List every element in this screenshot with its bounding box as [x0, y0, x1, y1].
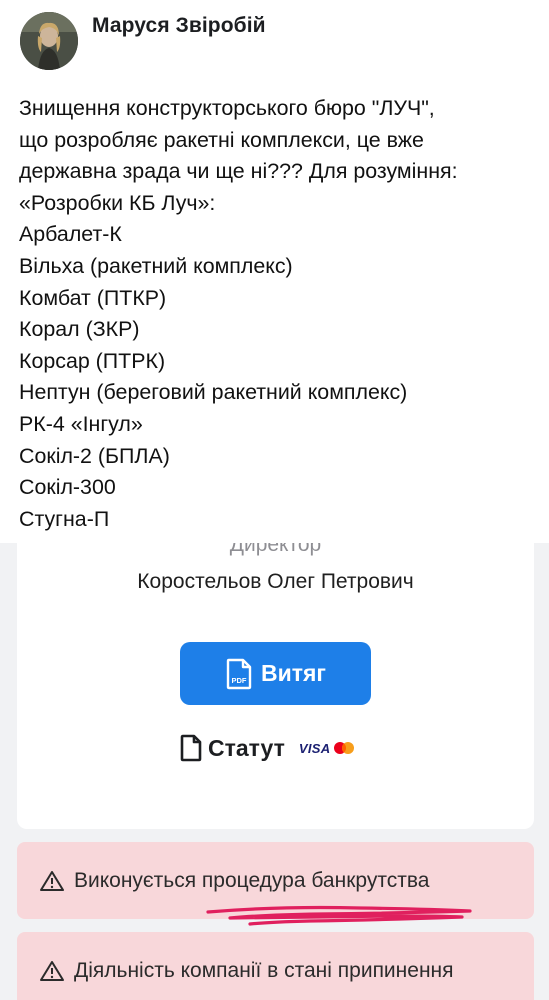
- statute-link[interactable]: Статут VISA: [180, 731, 356, 765]
- post-line: Сокіл-2 (БПЛА): [19, 443, 170, 468]
- visa-mastercard-icon: VISA: [299, 741, 357, 756]
- post-line: «Розробки КБ Луч»:: [19, 190, 216, 215]
- role-label: Директор: [229, 543, 322, 556]
- highlight-scribble: [206, 905, 472, 926]
- post-line: Нептун (береговий ракетний комплекс): [19, 380, 408, 405]
- director-name: Коростельов Олег Петрович: [137, 570, 414, 593]
- post-text: Знищення конструкторського бюро "ЛУЧ", щ…: [19, 93, 539, 535]
- company-card: Директор Коростельов Олег Петрович PDF В…: [17, 543, 534, 829]
- pdf-badge: PDF: [231, 676, 246, 685]
- termination-alert: Діяльність компанії в стані припинення: [17, 932, 534, 1000]
- post-line: Корал (ЗКР): [19, 317, 140, 342]
- post-line: Сокіл-300: [19, 475, 116, 500]
- bankruptcy-alert-text: Виконується процедура банкрутства: [74, 868, 430, 892]
- avatar-photo: [20, 12, 78, 70]
- post-line: Корсар (ПТРК): [19, 348, 166, 373]
- pdf-file-icon: PDF: [226, 658, 252, 689]
- post-line: РК-4 «Інгул»: [19, 411, 143, 436]
- post-line: Комбат (ПТКР): [19, 285, 167, 310]
- post-line: Знищення конструкторського бюро "ЛУЧ",: [19, 96, 435, 120]
- warning-triangle-icon: [39, 960, 65, 982]
- termination-alert-text: Діяльність компанії в стані припинення: [74, 958, 454, 982]
- embedded-screenshot: Директор Коростельов Олег Петрович PDF В…: [0, 543, 549, 1000]
- post-line: Стугна-П: [19, 506, 110, 531]
- mastercard-icon: [334, 742, 355, 754]
- document-icon: [180, 734, 202, 762]
- extract-button[interactable]: PDF Витяг: [180, 642, 371, 705]
- warning-triangle-icon: [39, 870, 65, 892]
- statute-label: Статут: [208, 734, 285, 761]
- visa-text: VISA: [298, 740, 331, 756]
- post-header: Маруся Звіробій: [0, 0, 549, 80]
- post-line: державна зрада чи ще ні??? Для розуміння…: [19, 159, 458, 184]
- post-line: Арбалет-К: [19, 222, 122, 247]
- author-name[interactable]: Маруся Звіробій: [92, 14, 266, 38]
- post-line: Вільха (ракетний комплекс): [19, 253, 293, 278]
- avatar[interactable]: [20, 12, 78, 70]
- extract-label: Витяг: [260, 660, 326, 686]
- post-line: що розробляє ракетні комплекси, це вже: [19, 127, 424, 152]
